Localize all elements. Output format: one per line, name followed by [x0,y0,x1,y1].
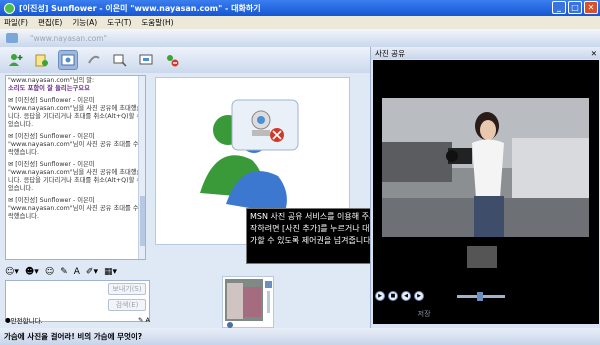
chat-message-header: "www.nayasan.com"님의 말: [8,77,95,84]
encryption-status: 안전합니다. [10,317,43,325]
nudge-icon[interactable]: ☺ [45,267,54,277]
slideshow-controls: ▶ ■ ◀ ▶ 느리게 빠르게 [371,289,600,303]
voice-clip-icon[interactable]: ✎ [60,267,68,277]
chat-message: ✉ [이진성] Sunflower - 이은미 "www.nayasan.com… [8,161,143,193]
color-icon[interactable]: ✐▾ [86,267,98,277]
chat-message-header: ✉ [이진성] Sunflower - 이은미 [8,197,143,205]
chat-message-body: "www.nayasan.com"님을 사진 공유에 초대했습니다. 응답을 기… [8,169,143,192]
chat-message-header: ✉ [이진성] Sunflower - 이은미 [8,97,143,105]
send-button[interactable]: 보내기(S) [108,283,146,295]
title-bar: [이진성] Sunflower - 이은미 "www.nayasan.com" … [0,0,600,16]
msn-app-icon [4,2,15,14]
play-icon[interactable]: ▶ [375,291,385,301]
contact-status-icon [6,33,18,43]
invite-contact-icon[interactable] [6,50,26,70]
photo-thumbnail[interactable] [467,246,497,268]
menu-actions[interactable]: 기능(A) [72,17,97,28]
fast-label: 빠르게 [508,292,528,300]
window-title: [이진성] Sunflower - 이은미 "www.nayasan.com" … [19,3,261,13]
speed-slider-thumb[interactable] [477,291,484,301]
format-bar: ☺▾ ☻▾ ☺ ✎ A ✐▾ ▦▾ [5,265,150,279]
chat-message-body: "www.nayasan.com"님이 사진 공유 초대를 수락했습니다. [8,205,139,220]
activities-icon[interactable] [110,50,130,70]
chat-message-header-text: [이진성] Sunflower - 이은미 [15,97,95,104]
menu-bar: 파일(F) 편집(E) 기능(A) 도구(T) 도움말(H) [0,16,600,29]
menu-tools[interactable]: 도구(T) [107,17,131,28]
maximize-button[interactable]: □ [568,1,582,14]
chat-message-header-text: [이진성] Sunflower - 이은미 [15,197,95,204]
menu-edit[interactable]: 편집(E) [38,17,62,28]
send-files-icon[interactable] [32,50,52,70]
photo-actions: ▣ 사진 추가 저장 [이진성] Sunflower - 이은미 "www.na… [371,307,600,321]
chat-message: ✉ [이진성] Sunflower - 이은미 "www.nayasan.com… [8,133,143,157]
share-photos-icon[interactable] [58,50,78,70]
contact-photo-source: [이진성] Sunflower - 이은미 "www.nayasan [434,310,577,318]
scrollbar-thumb[interactable] [140,196,145,246]
chat-message: ✉ [이진성] Sunflower - 이은미 "www.nayasan.com… [8,97,143,129]
chat-history[interactable]: "www.nayasan.com"님의 말: 소리도 포함이 잘 들리는구요요 … [5,75,146,260]
emoticon-icon[interactable]: ☺▾ [5,267,19,277]
games-icon[interactable] [136,50,156,70]
photo-share-header: 사진 공유 ✕ [371,47,600,59]
chat-message-body: 소리도 포함이 잘 들리는구요요 [8,85,90,92]
search-button[interactable]: 검색(E) [108,299,146,311]
contact-name: "www.nayasan.com" [30,33,108,43]
slow-label: 느리게 [435,292,455,300]
chat-message-body: "www.nayasan.com"님이 사진 공유 초대를 수락했습니다. [8,141,139,156]
wink-icon[interactable]: ☻▾ [25,267,39,277]
status-bar[interactable]: 가슴에 사진을 걸어라! 비의 가슴에 무엇이? [0,328,600,345]
font-icon[interactable]: A [74,267,80,277]
chat-message: ✉ [이진성] Sunflower - 이은미 "www.nayasan.com… [8,197,143,221]
menu-file[interactable]: 파일(F) [4,17,28,28]
block-contact-icon[interactable] [162,50,182,70]
handwriting-icon[interactable]: ✎ A [138,316,150,324]
own-picture-image [225,279,272,328]
stop-icon[interactable]: ■ [388,291,398,301]
input-status: ● 안전합니다. ✎ A [5,314,150,326]
chat-message-body: "www.nayasan.com"님을 사진 공유에 초대했습니다. 응답을 기… [8,105,143,128]
photo-share-panel: 사진 공유 ✕ ▶ ■ ◀ ▶ 느리게 빠르게 ▣ 사진 추가 저장 [이진성]… [370,47,600,328]
close-button[interactable]: ✕ [584,1,598,14]
chat-message-header-text: [이진성] Sunflower - 이은미 [15,161,95,168]
speed-slider[interactable] [457,291,506,301]
next-icon[interactable]: ▶ [414,291,424,301]
shared-photo[interactable] [382,98,589,237]
menu-help[interactable]: 도움말(H) [141,17,173,28]
add-photo-icon[interactable]: ▣ [375,310,382,318]
chat-message-header: ✉ [이진성] Sunflower - 이은미 [8,133,143,141]
close-panel-icon[interactable]: ✕ [591,49,597,58]
photo-share-title: 사진 공유 [375,48,405,58]
contact-bar: "www.nayasan.com" [0,29,600,47]
toolbar [0,47,370,73]
minimize-button[interactable]: _ [552,1,566,14]
save-button[interactable]: 저장 [418,309,431,319]
previous-icon[interactable]: ◀ [401,291,411,301]
photo-viewer [373,60,599,324]
add-photo-button[interactable]: 사진 추가 [386,309,414,319]
chat-scrollbar[interactable] [138,76,145,259]
chat-message: "www.nayasan.com"님의 말: 소리도 포함이 잘 들리는구요요 [8,77,143,93]
own-display-picture[interactable] [222,276,274,328]
background-icon[interactable]: ▦▾ [104,267,117,277]
chat-message-header: ✉ [이진성] Sunflower - 이은미 [8,161,143,169]
voice-icon[interactable] [84,50,104,70]
window-controls: _ □ ✕ [552,1,598,14]
chat-message-header-text: [이진성] Sunflower - 이은미 [15,133,95,140]
